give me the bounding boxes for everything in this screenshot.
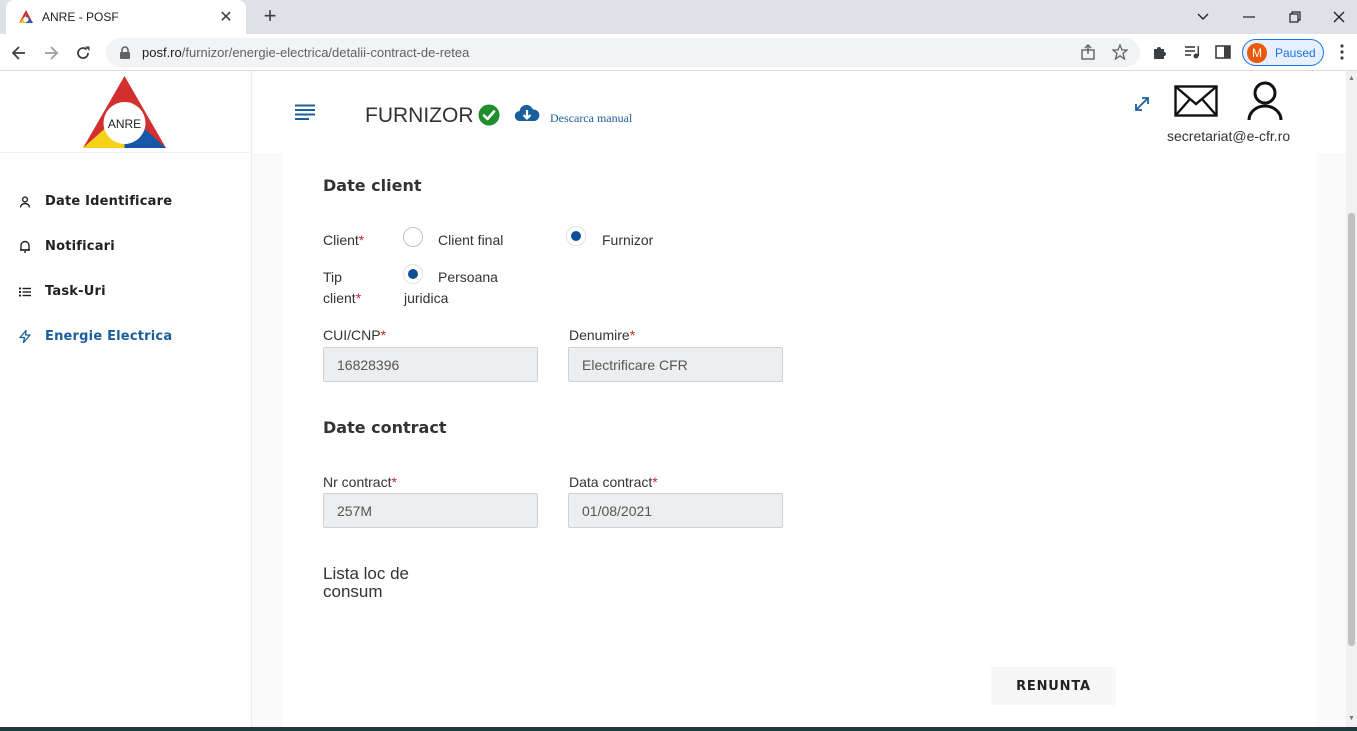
- section-title-date-contract: Date contract: [323, 418, 447, 437]
- share-icon[interactable]: [1080, 44, 1096, 60]
- radio-persoana-juridica[interactable]: [403, 264, 423, 284]
- cui-label: CUI/CNP*: [323, 327, 387, 343]
- user-account-icon[interactable]: [1247, 81, 1283, 121]
- page-title: FURNIZOR: [365, 104, 474, 127]
- download-manual-link[interactable]: Descarca manual: [550, 111, 632, 126]
- sidebar-item-label: Date Identificare: [45, 194, 173, 209]
- browser-toolbar: posf.ro/furnizor/energie-electrica/detal…: [0, 34, 1357, 71]
- mail-icon[interactable]: [1174, 85, 1218, 117]
- anre-logo-icon: [83, 76, 166, 148]
- client-label: Client*: [323, 232, 365, 248]
- scroll-down-icon[interactable]: ▼: [1348, 715, 1355, 722]
- forward-arrow-icon: [45, 46, 59, 60]
- tab-close-icon[interactable]: ✕: [218, 7, 234, 27]
- media-control-icon[interactable]: [1183, 43, 1201, 61]
- sidebar-menu: Date Identificare Notificari Task-Uri En…: [0, 179, 252, 359]
- sidebar-item-date-identificare[interactable]: Date Identificare: [0, 179, 252, 224]
- restore-button[interactable]: [1272, 0, 1318, 34]
- person-icon: [18, 195, 32, 209]
- taskbar-edge: [0, 727, 1357, 731]
- profile-button[interactable]: M Paused: [1242, 39, 1324, 66]
- top-header: FURNIZOR Descarca manual secretariat@e-c…: [253, 71, 1357, 153]
- extensions-puzzle-icon[interactable]: [1151, 43, 1169, 61]
- fullscreen-expand-icon[interactable]: [1133, 95, 1151, 113]
- new-tab-button[interactable]: +: [258, 5, 282, 29]
- radio-client-final[interactable]: [403, 227, 423, 247]
- bookmark-star-icon[interactable]: [1112, 44, 1128, 60]
- denumire-field[interactable]: Electrificare CFR: [568, 347, 783, 382]
- profile-avatar: M: [1247, 42, 1267, 63]
- scrollbar-thumb[interactable]: [1348, 213, 1355, 646]
- renunta-button[interactable]: RENUNTA: [991, 667, 1116, 705]
- back-arrow-icon: [11, 46, 25, 60]
- cloud-download-icon[interactable]: [514, 103, 540, 125]
- sidebar-item-label: Task-Uri: [45, 284, 106, 299]
- reload-button[interactable]: [70, 40, 96, 66]
- section-title-date-client: Date client: [323, 176, 422, 195]
- page-scrollbar[interactable]: ▲ ▼: [1346, 71, 1357, 731]
- tip-client-label: Tip client*: [323, 269, 362, 306]
- sidebar-item-notificari[interactable]: Notificari: [0, 224, 252, 269]
- forward-button[interactable]: [38, 40, 64, 66]
- sidebar-item-energie-electrica[interactable]: Energie Electrica: [0, 314, 252, 359]
- verified-check-icon: [478, 104, 500, 126]
- side-panel-icon[interactable]: [1214, 43, 1232, 61]
- browser-tab-bar: ANRE - POSF ✕ +: [0, 0, 1357, 34]
- scroll-up-icon[interactable]: ▲: [1348, 75, 1355, 82]
- contract-details-card: Date client Client* Client final Furnizo…: [283, 153, 1316, 731]
- nr-contract-label: Nr contract*: [323, 474, 397, 490]
- anre-favicon-icon: [19, 10, 33, 23]
- minimize-button[interactable]: [1226, 0, 1272, 34]
- denumire-label: Denumire*: [569, 327, 636, 343]
- radio-furnizor[interactable]: [566, 226, 586, 246]
- address-bar[interactable]: posf.ro/furnizor/energie-electrica/detal…: [106, 38, 1140, 67]
- user-email: secretariat@e-cfr.ro: [1167, 128, 1291, 144]
- logo-text: ANRE: [107, 117, 142, 131]
- radio-persoana-juridica-label-line1: Persoana: [438, 269, 498, 285]
- data-contract-field[interactable]: 01/08/2021: [568, 493, 783, 528]
- sidebar: ANRE Date Identificare Notificari Task-U…: [0, 71, 252, 731]
- anre-logo[interactable]: ANRE: [82, 75, 167, 149]
- cui-field[interactable]: 16828396: [323, 347, 538, 382]
- radio-client-final-label: Client final: [438, 232, 504, 248]
- list-icon: [18, 285, 32, 299]
- reload-icon: [77, 46, 90, 59]
- menu-toggle-icon[interactable]: [295, 104, 315, 120]
- page: ANRE Date Identificare Notificari Task-U…: [0, 71, 1357, 731]
- lock-icon: [120, 45, 130, 59]
- browser-menu-icon[interactable]: [1334, 42, 1350, 62]
- logo-area: ANRE: [0, 71, 252, 153]
- browser-tab[interactable]: ANRE - POSF ✕: [6, 0, 246, 34]
- sidebar-item-label: Notificari: [45, 239, 115, 254]
- back-button[interactable]: [6, 40, 32, 66]
- radio-furnizor-label: Furnizor: [602, 232, 654, 248]
- nr-contract-field[interactable]: 257M: [323, 493, 538, 528]
- data-contract-label: Data contract*: [569, 474, 658, 490]
- radio-persoana-juridica-label-line2: juridica: [404, 290, 449, 306]
- sidebar-item-task-uri[interactable]: Task-Uri: [0, 269, 252, 314]
- bolt-icon: [18, 330, 32, 344]
- bell-icon: [18, 240, 32, 254]
- profile-state: Paused: [1275, 45, 1316, 60]
- lista-loc-consum-heading: Lista loc de consum: [323, 564, 409, 601]
- close-window-button[interactable]: [1316, 0, 1357, 34]
- tab-title: ANRE - POSF: [42, 10, 119, 24]
- sidebar-item-label: Energie Electrica: [45, 329, 173, 344]
- url-text: posf.ro/furnizor/energie-electrica/detal…: [142, 45, 470, 60]
- tab-search-icon[interactable]: [1180, 0, 1226, 34]
